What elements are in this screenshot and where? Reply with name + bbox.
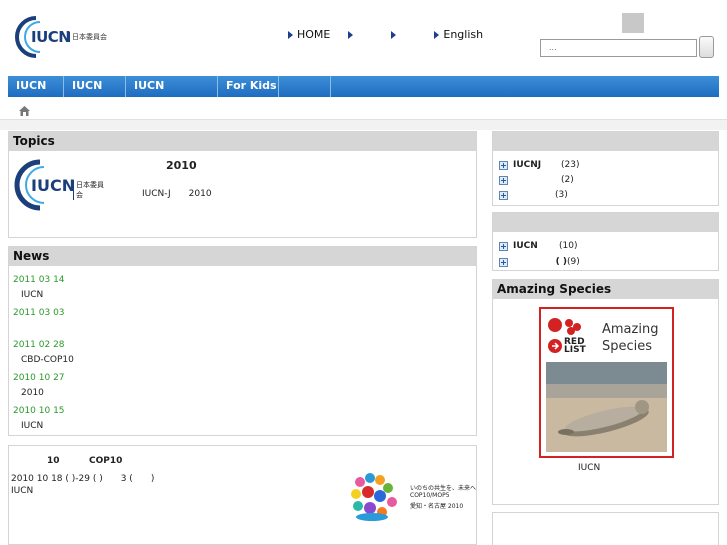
topics-iucn-logo[interactable]: IUCN 日本委員会 [12, 158, 108, 212]
topics-line: IUCN-J 2010 [142, 189, 212, 199]
top-nav: HOME English [288, 28, 483, 41]
arrow-right-icon [391, 30, 397, 39]
category-item[interactable]: ( ) (9) [499, 257, 580, 267]
category-panel-1: IUCNJ (23) (2) (3) [492, 131, 719, 206]
amazing-species-panel: Amazing Species RED LIST Amazing Species… [492, 279, 719, 505]
category-item[interactable]: IUCN (10) [499, 241, 577, 251]
topics-panel: Topics IUCN 日本委員会 2010 IUCN-J 2010 [8, 131, 477, 238]
news-link[interactable]: IUCN [21, 290, 43, 300]
nav-item-3[interactable] [391, 30, 400, 39]
cop-org: IUCN [11, 486, 34, 496]
nav-item-2[interactable] [348, 30, 357, 39]
expand-plus-icon[interactable] [499, 241, 508, 251]
news-date: 2010 10 27 [13, 373, 65, 383]
nav-english[interactable]: English [434, 28, 483, 41]
expand-plus-icon[interactable] [499, 160, 508, 170]
cop-heading-number: 10 [47, 456, 60, 466]
logo-text: IUCN [31, 28, 71, 46]
cop-heading[interactable]: COP10 [89, 456, 122, 466]
category-item[interactable]: (2) [499, 175, 574, 185]
home-icon[interactable] [19, 106, 30, 116]
arrow-right-icon [288, 30, 293, 39]
arrow-right-icon [434, 30, 440, 39]
cop-date-line: 2010 10 18 ( )-29 ( ) 3 ( ) [11, 474, 155, 484]
logo-subtitle: 日本委員会 [73, 180, 108, 200]
list-text: LIST [564, 345, 586, 355]
news-link[interactable]: CBD-COP10 [21, 355, 74, 365]
cop10-animals-logo [351, 473, 397, 521]
bottom-banner-panel[interactable] [492, 512, 719, 545]
category-item[interactable]: (3) [499, 190, 568, 200]
tab-iucn-2[interactable]: IUCN [64, 76, 126, 97]
category-title-1 [493, 132, 718, 151]
search-input[interactable]: ... [540, 39, 697, 57]
card-title-2: Species [602, 339, 653, 354]
news-date: 2011 02 28 [13, 340, 65, 350]
news-date: 2010 10 15 [13, 406, 65, 416]
topics-title: Topics [9, 132, 476, 151]
top-gray-button[interactable] [622, 13, 644, 33]
expand-plus-icon[interactable] [499, 190, 508, 200]
news-panel: News 2011 03 14 IUCN 2011 03 03 2011 02 … [8, 246, 477, 436]
news-link[interactable]: 2010 [21, 388, 44, 398]
arrow-right-icon [348, 30, 354, 39]
iucn-logo[interactable]: IUCN 日本委員会 [10, 14, 110, 60]
news-title: News [9, 247, 476, 266]
nav-home[interactable]: HOME [288, 28, 330, 41]
category-panel-2: IUCN (10) ( ) (9) [492, 212, 719, 271]
news-date: 2011 03 14 [13, 275, 65, 285]
card-title-1: Amazing [602, 322, 659, 337]
amazing-species-card[interactable]: RED LIST Amazing Species [539, 307, 674, 458]
amazing-species-title: Amazing Species [493, 280, 718, 299]
category-title-2 [493, 213, 718, 232]
cop10-panel: 10 COP10 2010 10 18 ( )-29 ( ) 3 ( ) IUC… [8, 445, 477, 545]
amazing-species-caption: IUCN [578, 463, 601, 473]
tab-iucn-3[interactable]: IUCN [126, 76, 218, 97]
search-button[interactable] [699, 36, 714, 58]
logo-text: IUCN [31, 176, 76, 195]
cop10-mark[interactable]: いのちの共生を、未来へ COP10/MOP5 愛知・名古屋 2010 [346, 470, 476, 522]
news-date: 2011 03 03 [13, 308, 65, 318]
breadcrumb [0, 100, 727, 120]
news-link[interactable]: IUCN [21, 421, 43, 431]
main-nav: IUCN IUCN IUCN For Kids [8, 76, 719, 97]
mark-line-3: 愛知・名古屋 2010 [410, 503, 464, 510]
category-item[interactable]: IUCNJ (23) [499, 160, 579, 170]
seal-photo [546, 362, 667, 452]
logo-subtitle: 日本委員会 [69, 32, 107, 42]
tab-blank[interactable] [279, 76, 331, 97]
mark-line-1: いのちの共生を、未来へ [410, 485, 477, 492]
separator-band [0, 120, 727, 130]
expand-plus-icon[interactable] [499, 175, 508, 185]
tab-iucn-1[interactable]: IUCN [8, 76, 64, 97]
expand-plus-icon[interactable] [499, 257, 508, 267]
mark-line-2: COP10/MOP5 [410, 492, 450, 499]
topics-headline[interactable]: 2010 [166, 159, 197, 172]
tab-for-kids[interactable]: For Kids [218, 76, 279, 97]
